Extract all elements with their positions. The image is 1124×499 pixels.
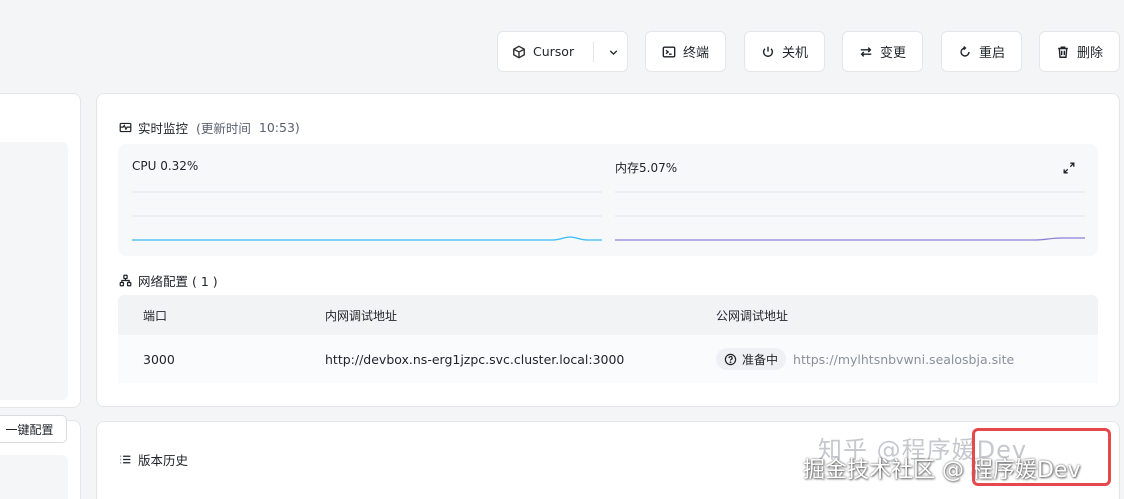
- update-time-prefix: (更新时间: [196, 121, 251, 136]
- status-badge: 准备中: [716, 348, 787, 370]
- devbox-detail-card: 实时监控 (更新时间 10:53) CPU 0.32% 内存5.07% 网络配置…: [96, 93, 1120, 407]
- history-title: 版本历史: [138, 453, 189, 468]
- memory-chart: [615, 191, 1085, 241]
- monitor-title: 实时监控: [138, 121, 189, 136]
- memory-usage-label: 内存5.07%: [615, 161, 678, 175]
- column-header-internal-address: 内网调试地址: [325, 308, 398, 323]
- terminal-label: 终端: [682, 46, 709, 61]
- cpu-series-line: [132, 236, 602, 241]
- cpu-usage-label: CPU 0.32%: [132, 159, 199, 173]
- ide-label: Cursor: [533, 44, 575, 59]
- power-icon: [762, 46, 774, 57]
- restart-label: 重启: [978, 46, 1005, 61]
- table-header: 端口 内网调试地址 公网调试地址: [118, 295, 1098, 335]
- network-icon: [119, 274, 132, 287]
- monitor-icon: [119, 122, 132, 133]
- history-section-title: 版本历史: [119, 450, 188, 469]
- public-address-link[interactable]: https://mylhtsnbvwni.sealosbja.site: [793, 352, 1014, 367]
- network-title: 网络配置 ( 1 ): [138, 274, 218, 289]
- internal-address-link[interactable]: http://devbox.ns-erg1jzpc.svc.cluster.lo…: [325, 335, 624, 383]
- change-label: 变更: [879, 46, 906, 61]
- divider: [593, 42, 594, 62]
- left-panel-lower-content: [0, 455, 68, 499]
- column-header-public-address: 公网调试地址: [716, 308, 789, 323]
- trash-icon: [1058, 45, 1068, 58]
- left-panel-content: [0, 142, 68, 400]
- public-address-cell: 准备中 https://mylhtsnbvwni.sealosbja.site: [716, 335, 1014, 383]
- network-table: 端口 内网调试地址 公网调试地址 3000 http://devbox.ns-e…: [118, 295, 1098, 383]
- delete-button[interactable]: 删除: [1039, 31, 1120, 72]
- shutdown-label: 关机: [781, 46, 808, 61]
- network-section-title: 网络配置 ( 1 ): [119, 271, 218, 290]
- cube-icon: [513, 45, 525, 58]
- cpu-chart: [132, 191, 602, 241]
- highlight-box: [972, 428, 1111, 486]
- change-button[interactable]: 变更: [842, 31, 923, 72]
- terminal-button[interactable]: 终端: [645, 31, 726, 72]
- swap-icon: [860, 46, 872, 57]
- shutdown-button[interactable]: 关机: [744, 31, 825, 72]
- restart-button[interactable]: 重启: [941, 31, 1022, 72]
- table-row: 3000 http://devbox.ns-erg1jzpc.svc.clust…: [118, 335, 1098, 383]
- monitor-charts: CPU 0.32% 内存5.07%: [118, 144, 1098, 256]
- terminal-icon: [662, 45, 676, 58]
- update-time: 10:53): [258, 120, 300, 135]
- one-click-config-button[interactable]: 一键配置: [0, 415, 67, 443]
- help-circle-icon: [724, 353, 737, 365]
- monitor-section-title: 实时监控 (更新时间 10:53): [119, 118, 300, 137]
- ide-select-button[interactable]: Cursor: [497, 31, 628, 72]
- column-header-port: 端口: [143, 308, 168, 323]
- list-icon: [120, 455, 131, 464]
- memory-series-line: [615, 237, 1085, 241]
- delete-label: 删除: [1076, 46, 1103, 61]
- restart-icon: [960, 45, 970, 57]
- status-text: 准备中: [742, 352, 779, 367]
- port-value: 3000: [143, 351, 175, 367]
- expand-icon[interactable]: [1062, 160, 1076, 174]
- chevron-down-icon[interactable]: [598, 32, 628, 73]
